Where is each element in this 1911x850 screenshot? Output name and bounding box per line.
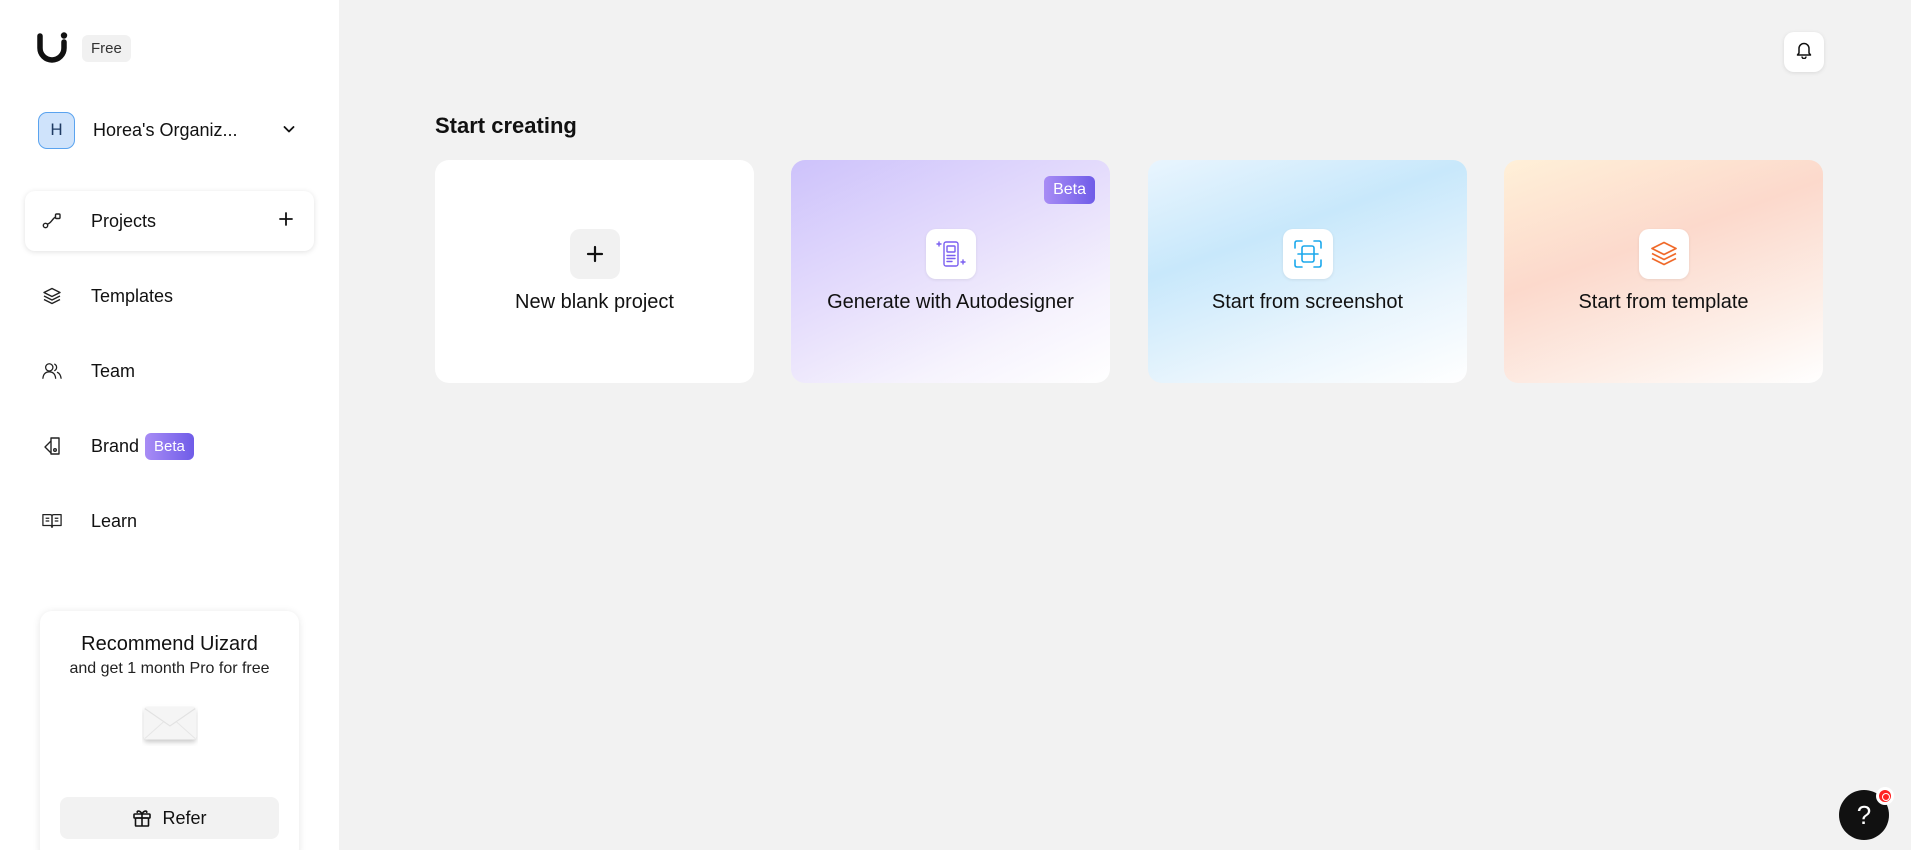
add-project-icon[interactable] — [278, 211, 294, 232]
autodesigner-icon — [926, 229, 976, 279]
sidebar-item-learn[interactable]: Learn — [25, 491, 314, 551]
autodesigner-card[interactable]: Beta Generate with Autodesigner — [791, 160, 1110, 383]
start-from-template-card[interactable]: Start from template — [1504, 160, 1823, 383]
sidebar-item-team[interactable]: Team — [25, 341, 314, 401]
sidebar-item-brand[interactable]: Brand Beta — [25, 416, 314, 476]
brand-icon — [42, 436, 62, 456]
card-label: Generate with Autodesigner — [827, 291, 1074, 313]
org-avatar: H — [38, 111, 75, 149]
section-title: Start creating — [435, 113, 577, 138]
logo-row: Free — [36, 32, 131, 64]
notification-dot — [1876, 787, 1894, 805]
sidebar-item-label: Templates — [91, 285, 174, 306]
sidebar-item-label: Projects — [91, 210, 157, 231]
sidebar-item-projects[interactable]: Projects — [25, 191, 314, 251]
referral-promo: Recommend Uizard and get 1 month Pro for… — [40, 611, 299, 850]
new-blank-project-card[interactable]: New blank project — [435, 160, 754, 383]
projects-icon — [42, 211, 62, 231]
layers-icon — [1639, 229, 1689, 279]
plan-badge: Free — [82, 34, 131, 62]
bell-icon — [1796, 41, 1812, 64]
team-icon — [42, 361, 62, 381]
sidebar-item-label: Learn — [91, 510, 138, 531]
org-switcher[interactable]: H Horea's Organiz... — [38, 110, 304, 150]
refer-button[interactable]: Refer — [60, 797, 279, 839]
promo-subtitle: and get 1 month Pro for free — [69, 660, 270, 677]
plus-icon — [570, 229, 620, 279]
card-label: New blank project — [515, 291, 674, 313]
beta-badge: Beta — [1044, 176, 1095, 204]
sidebar-item-label: Brand — [91, 435, 140, 456]
envelope-icon — [142, 704, 198, 744]
start-from-screenshot-card[interactable]: Start from screenshot — [1148, 160, 1467, 383]
book-icon — [42, 511, 62, 531]
org-name: Horea's Organiz... — [93, 119, 238, 140]
layers-icon — [42, 286, 62, 306]
gift-icon — [132, 808, 152, 828]
sidebar: Free H Horea's Organiz... Projects Templ… — [0, 0, 339, 850]
card-label: Start from screenshot — [1211, 291, 1404, 313]
beta-badge: Beta — [145, 432, 194, 460]
uizard-logo[interactable] — [36, 32, 74, 64]
card-label: Start from template — [1578, 291, 1749, 313]
promo-title: Recommend Uizard — [81, 633, 258, 655]
sidebar-item-label: Team — [91, 360, 136, 381]
refer-button-label: Refer — [162, 807, 207, 828]
help-label: ? — [1856, 799, 1872, 830]
sidebar-item-templates[interactable]: Templates — [25, 266, 314, 326]
sidebar-nav: Projects Templates Team Brand Beta Learn — [25, 191, 314, 566]
screenshot-scan-icon — [1283, 229, 1333, 279]
chevron-down-icon — [282, 122, 296, 141]
notifications-button[interactable] — [1784, 32, 1824, 72]
